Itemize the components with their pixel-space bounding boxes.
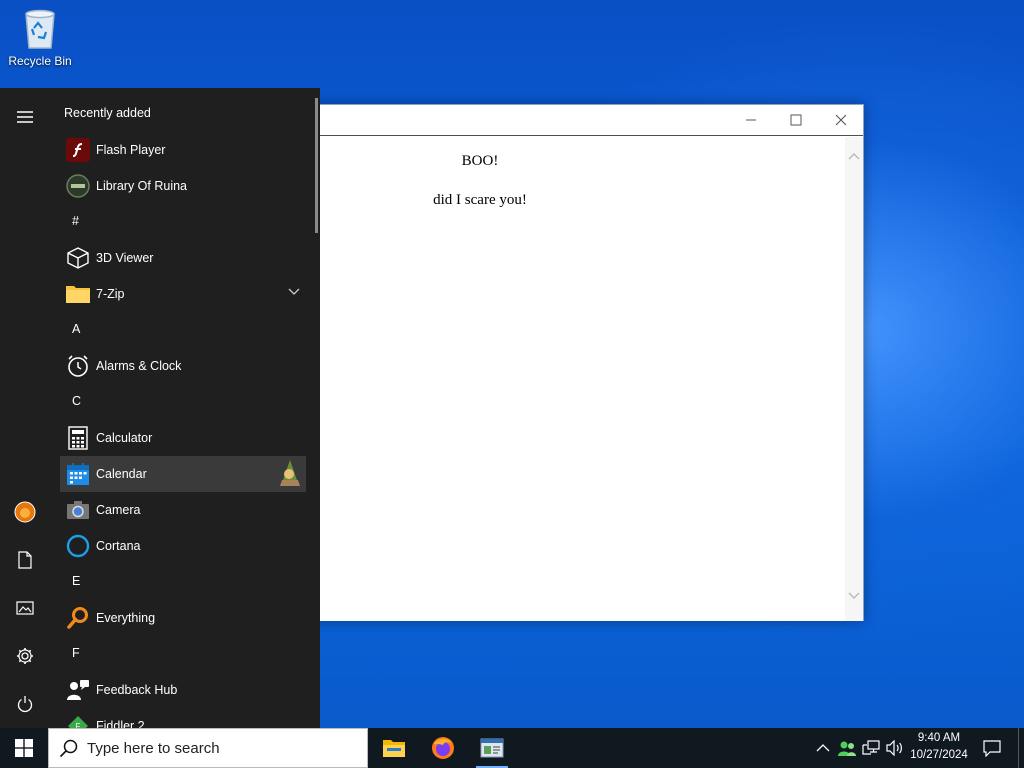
taskbar-app-window[interactable]: [468, 728, 516, 768]
recycle-bin-label: Recycle Bin: [8, 54, 72, 68]
scare-text: did I scare you!: [433, 192, 527, 208]
search-input[interactable]: [87, 739, 347, 757]
start-rail: [0, 88, 50, 728]
pictures-button[interactable]: [0, 585, 50, 631]
flash-player-icon: [62, 134, 94, 166]
group-header-f[interactable]: F: [72, 646, 80, 660]
settings-button[interactable]: [0, 633, 50, 679]
minimize-icon: [745, 119, 756, 121]
scroll-up-icon[interactable]: [848, 151, 860, 161]
volume-icon: [886, 740, 902, 756]
group-header-a[interactable]: A: [72, 322, 80, 336]
close-button[interactable]: [818, 105, 863, 135]
hamburger-menu-icon: [17, 111, 33, 123]
app-item-everything[interactable]: Everything: [60, 600, 306, 636]
taskbar-firefox[interactable]: [419, 728, 467, 768]
vertical-scrollbar[interactable]: [845, 137, 863, 621]
clock-date: 10/27/2024: [910, 749, 968, 761]
file-explorer-icon: [383, 740, 405, 757]
app-item-cortana[interactable]: Cortana: [60, 528, 306, 564]
action-center-button[interactable]: [976, 728, 1008, 768]
search-icon: [59, 739, 78, 758]
app-item-calendar[interactable]: Calendar: [60, 456, 306, 492]
settings-gear-icon: [17, 648, 33, 664]
app-list-scrollbar[interactable]: [315, 98, 318, 233]
documents-icon: [18, 551, 32, 569]
start-button[interactable]: [0, 728, 48, 768]
tray-overflow-button[interactable]: [811, 728, 835, 768]
scroll-down-icon[interactable]: [848, 591, 860, 601]
app-item-feedback-hub[interactable]: Feedback Hub: [60, 672, 306, 708]
everything-search-icon: [62, 602, 94, 634]
app-window-icon: [480, 738, 504, 758]
network-icon: [862, 740, 880, 755]
calendar-icon: [62, 458, 94, 490]
document-content: BOO! did I scare you!: [297, 137, 845, 621]
app-item-alarms-clock[interactable]: Alarms & Clock: [60, 348, 306, 384]
desktop-pet-icon: [280, 460, 300, 486]
recycle-bin-shortcut[interactable]: Recycle Bin: [4, 6, 76, 76]
close-icon: [835, 114, 846, 126]
show-desktop-button[interactable]: [1018, 728, 1024, 768]
power-icon: [17, 696, 33, 713]
taskbar-clock[interactable]: 9:40 AM 10/27/2024: [904, 730, 974, 766]
boo-heading: BOO!: [461, 153, 499, 169]
pictures-icon: [16, 601, 34, 615]
people-icon: [838, 741, 856, 756]
expand-menu-button[interactable]: [0, 94, 50, 140]
feedback-hub-icon: [62, 674, 94, 706]
calculator-icon: [62, 422, 94, 454]
group-header-hash[interactable]: #: [72, 214, 79, 228]
folder-icon: [62, 278, 94, 310]
cortana-icon: [62, 530, 94, 562]
tray-network-button[interactable]: [859, 728, 883, 768]
maximize-button[interactable]: [773, 105, 818, 135]
recently-added-heading: Recently added: [64, 106, 151, 120]
recycle-bin-icon: [25, 9, 55, 49]
maximize-icon: [790, 114, 801, 126]
windows-logo-icon: [15, 739, 33, 757]
app-item-calculator[interactable]: Calculator: [60, 420, 306, 456]
user-avatar: [14, 501, 36, 523]
3d-viewer-icon: [62, 242, 94, 274]
group-header-e[interactable]: E: [72, 574, 80, 588]
library-of-ruina-icon: [62, 170, 94, 202]
power-button[interactable]: [0, 681, 50, 727]
chevron-up-icon: [816, 744, 830, 752]
notification-icon: [983, 740, 1001, 757]
taskbar-file-explorer[interactable]: [370, 728, 418, 768]
firefox-icon: [432, 737, 454, 759]
app-item-flash-player[interactable]: Flash Player: [60, 132, 306, 168]
app-window: BOO! did I scare you!: [296, 104, 864, 621]
user-account-button[interactable]: [0, 489, 50, 535]
app-item-fiddler[interactable]: F Fiddler 2: [60, 708, 306, 728]
alarm-clock-icon: [62, 350, 94, 382]
app-item-library-of-ruina[interactable]: Library Of Ruina: [60, 168, 306, 204]
start-menu: Recently added Flash Player Library Of R…: [0, 88, 320, 728]
taskbar: 9:40 AM 10/27/2024: [0, 728, 1024, 768]
desktop: Recycle Bin BOO! did I scare you! Recent…: [0, 0, 1024, 728]
minimize-button[interactable]: [728, 105, 773, 135]
window-titlebar[interactable]: [297, 105, 863, 136]
tray-people-button[interactable]: [835, 728, 859, 768]
app-item-camera[interactable]: Camera: [60, 492, 306, 528]
camera-icon: [62, 494, 94, 526]
chevron-down-icon[interactable]: [288, 288, 300, 296]
app-item-7-zip[interactable]: 7-Zip: [60, 276, 306, 312]
documents-button[interactable]: [0, 537, 50, 583]
clock-time: 9:40 AM: [917, 732, 961, 744]
taskbar-search[interactable]: [48, 728, 368, 768]
fiddler-icon: F: [62, 710, 94, 728]
group-header-c[interactable]: C: [72, 394, 81, 408]
app-item-3d-viewer[interactable]: 3D Viewer: [60, 240, 306, 276]
